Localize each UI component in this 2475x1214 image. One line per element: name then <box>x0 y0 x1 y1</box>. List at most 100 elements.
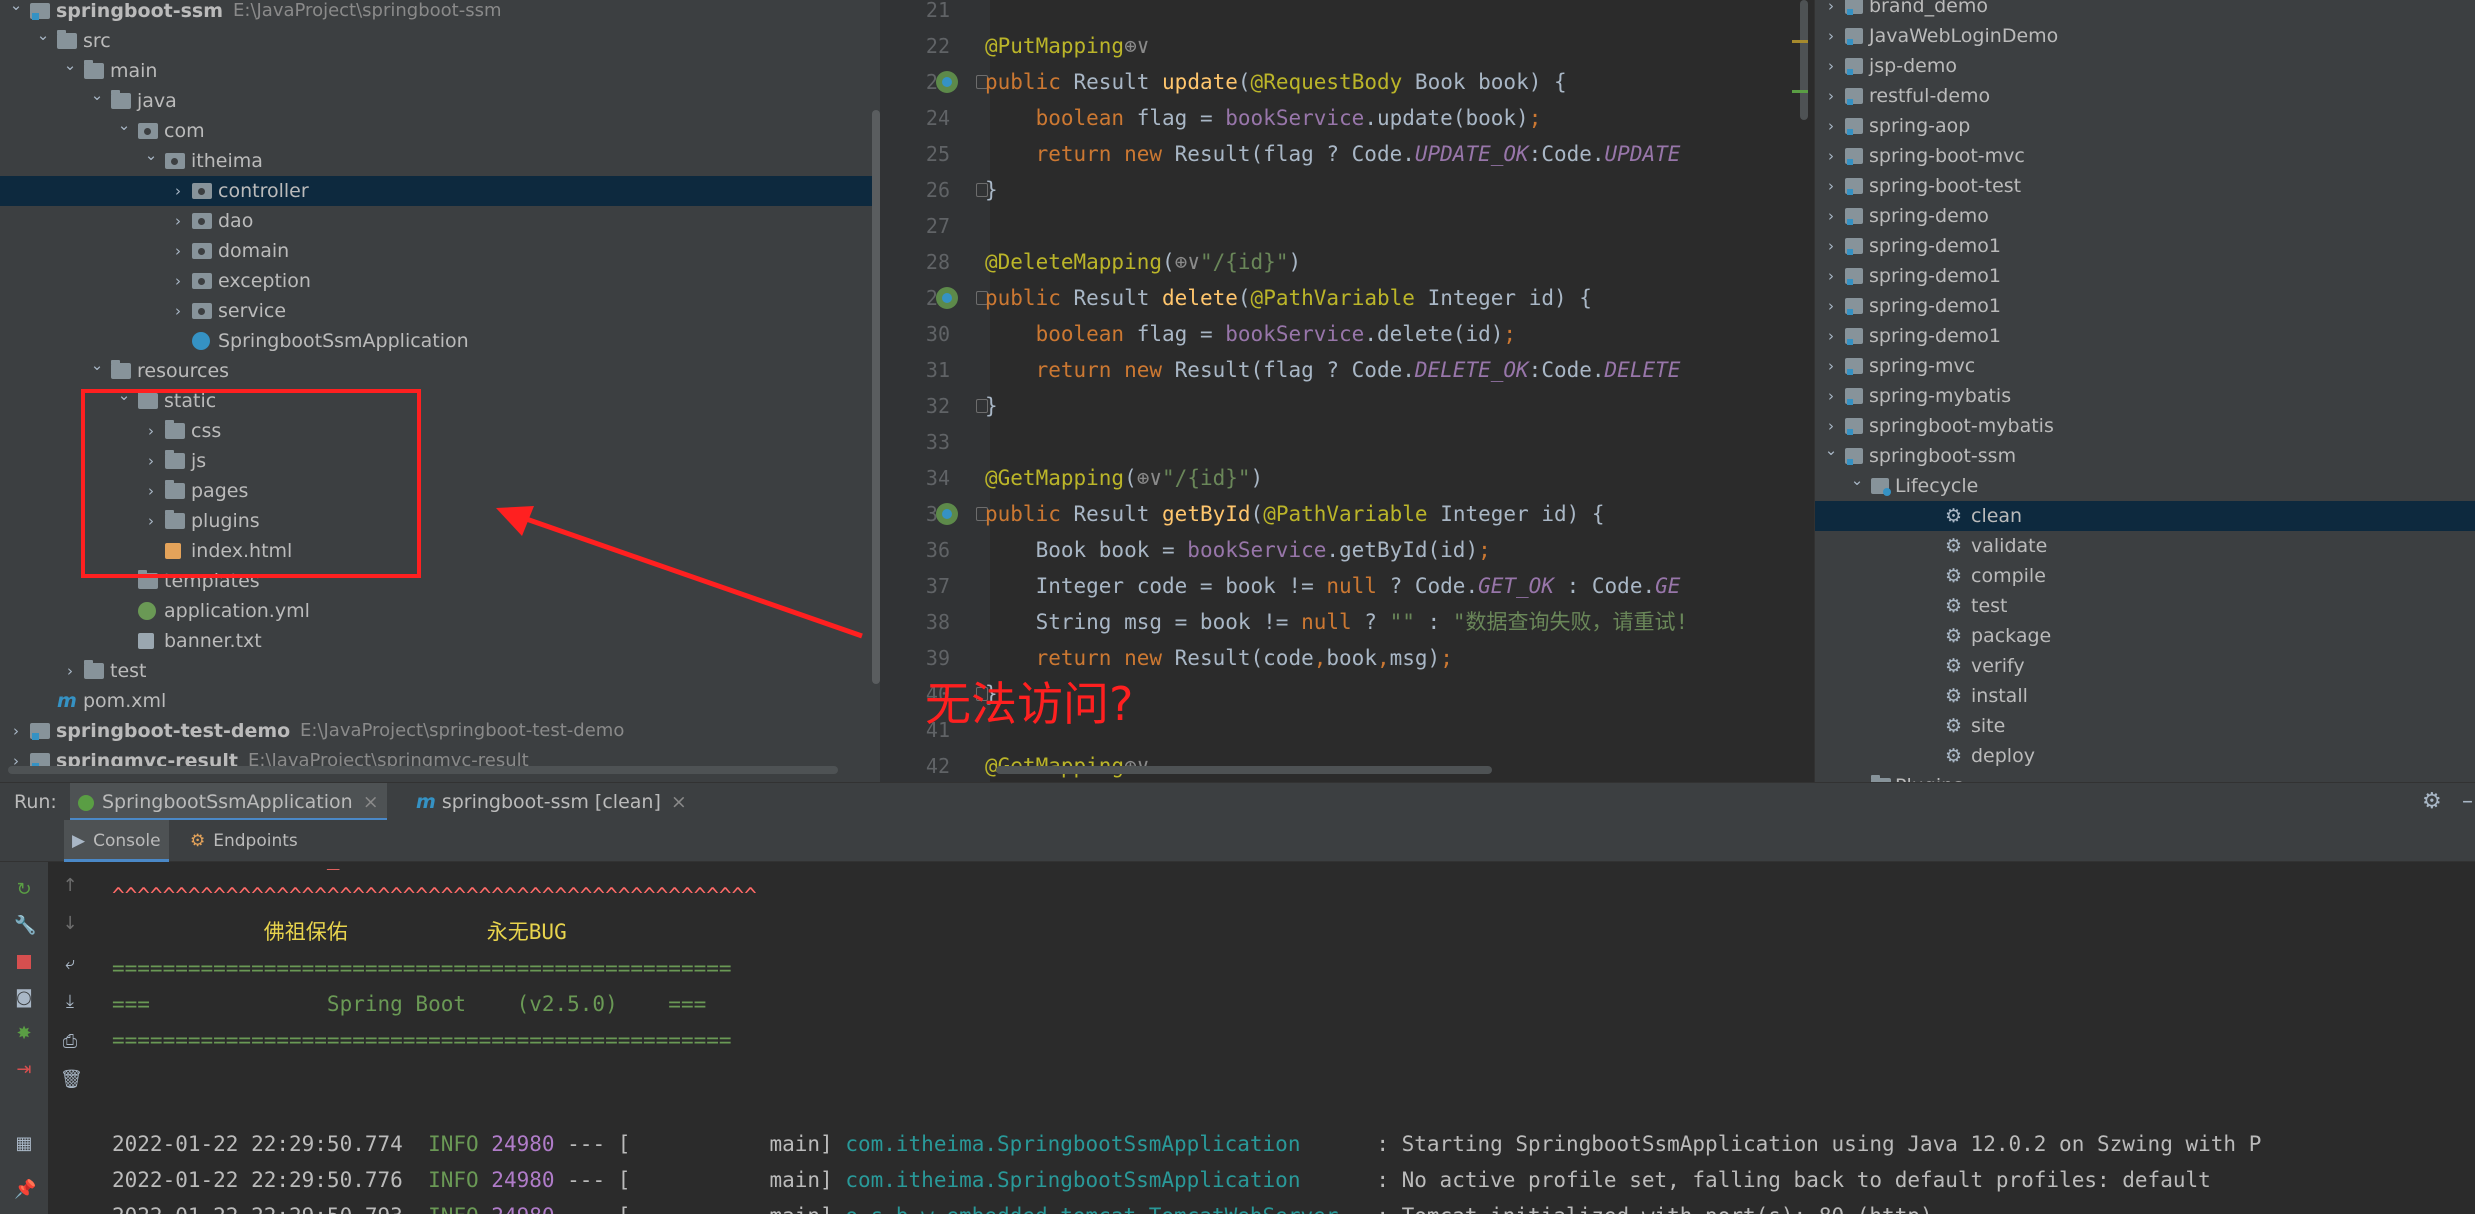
pin-icon[interactable]: 📌 <box>14 1180 36 1200</box>
collapse-arrow-icon[interactable]: › <box>1823 141 1839 171</box>
tree-row[interactable]: ⌄ itheima <box>0 146 880 176</box>
code-line[interactable]: Book book = bookService.getById(id); <box>985 532 1491 568</box>
tree-row[interactable]: SpringbootSsmApplication <box>0 326 880 356</box>
camera-icon[interactable]: ◙ <box>14 988 34 1008</box>
console-output[interactable]: ↑ ↓ ⤶ ⤓ ⎙ 🗑 _ ^^^^^^^^^^^^^^^^^^^^^^^^^^^… <box>48 862 2475 1214</box>
code-editor[interactable]: 2122232425262728293031323334353637383940… <box>880 0 1814 782</box>
maven-row[interactable]: ⚙ install <box>1815 681 2475 711</box>
code-line[interactable]: boolean flag = bookService.update(book); <box>985 100 1542 136</box>
code-line[interactable]: public Result update(@RequestBody Book b… <box>985 64 1567 100</box>
run-tab[interactable]: m springboot-ssm [clean] × <box>410 783 695 821</box>
code-line[interactable]: return new Result(flag ? Code.DELETE_OK:… <box>985 352 1681 388</box>
expand-arrow-icon[interactable]: ⌄ <box>89 80 105 110</box>
maven-row[interactable]: › spring-demo1 <box>1815 321 2475 351</box>
code-line[interactable]: boolean flag = bookService.delete(id); <box>985 316 1516 352</box>
collapse-arrow-icon[interactable]: › <box>1823 291 1839 321</box>
code-line[interactable]: @GetMapping⊕∨ <box>985 748 1149 782</box>
maven-row[interactable]: › springboot-mybatis <box>1815 411 2475 441</box>
endpoint-gutter-icon[interactable] <box>936 71 958 93</box>
code-line[interactable]: } <box>985 172 998 208</box>
maven-row[interactable]: ⚙ validate <box>1815 531 2475 561</box>
maven-row[interactable]: ⚙ deploy <box>1815 741 2475 771</box>
tree-row[interactable]: › domain <box>0 236 880 266</box>
scroll-to-end-icon[interactable]: ⤓ <box>60 992 80 1012</box>
maven-row[interactable]: › spring-boot-mvc <box>1815 141 2475 171</box>
expand-arrow-icon[interactable]: ⌄ <box>1823 435 1839 465</box>
rerun-icon[interactable]: ↻ <box>14 880 34 900</box>
collapse-arrow-icon[interactable]: › <box>1823 171 1839 201</box>
maven-row[interactable]: › spring-mybatis <box>1815 381 2475 411</box>
maven-row[interactable]: › spring-demo1 <box>1815 261 2475 291</box>
maven-row[interactable]: ⚙ clean <box>1815 501 2475 531</box>
collapse-arrow-icon[interactable]: › <box>1823 321 1839 351</box>
maven-row[interactable]: › spring-boot-test <box>1815 171 2475 201</box>
expand-arrow-icon[interactable]: ⌄ <box>62 50 78 80</box>
code-line[interactable]: @GetMapping(⊕∨"/{id}") <box>985 460 1263 496</box>
settings-gear-icon[interactable]: ⚙ <box>2422 783 2442 821</box>
tree-row[interactable]: ⌄ java <box>0 86 880 116</box>
wrench-icon[interactable]: 🔧 <box>14 916 36 936</box>
close-icon[interactable]: × <box>671 791 687 813</box>
tree-row[interactable]: m pom.xml <box>0 686 880 716</box>
maven-row[interactable]: ⚙ test <box>1815 591 2475 621</box>
maven-row[interactable]: ⌄ springboot-ssm <box>1815 441 2475 471</box>
console-subtab[interactable]: ▶ Console <box>64 820 169 862</box>
maven-panel[interactable]: › brand_demo › JavaWebLoginDemo › jsp-demo › re… <box>1814 0 2475 782</box>
clear-icon[interactable]: 🗑 <box>60 1070 83 1090</box>
tree-row[interactable]: ⌄ com <box>0 116 880 146</box>
expand-arrow-icon[interactable]: ⌄ <box>1849 465 1865 495</box>
maven-row[interactable]: › spring-aop <box>1815 111 2475 141</box>
collapse-arrow-icon[interactable]: › <box>1823 231 1839 261</box>
maven-row[interactable]: › jsp-demo <box>1815 51 2475 81</box>
tree-vertical-scrollbar[interactable] <box>872 110 880 684</box>
maven-row[interactable]: ⚙ compile <box>1815 561 2475 591</box>
code-line[interactable]: public Result getById(@PathVariable Inte… <box>985 496 1605 532</box>
expand-arrow-icon[interactable]: ⌄ <box>143 140 159 170</box>
collapse-arrow-icon[interactable]: › <box>1823 351 1839 381</box>
web-endpoint-icon[interactable]: ⊕∨ <box>1175 250 1200 274</box>
collapse-arrow-icon[interactable]: › <box>1823 261 1839 291</box>
tree-row[interactable]: banner.txt <box>0 626 880 656</box>
tree-row[interactable]: › springboot-test-demo E:\JavaProject\spri… <box>0 716 880 746</box>
tree-horizontal-scrollbar[interactable] <box>8 766 838 774</box>
tree-row[interactable]: ⌄ springboot-ssm E:\JavaProject\springboot… <box>0 0 880 26</box>
collapse-arrow-icon[interactable]: › <box>62 656 78 686</box>
maven-row[interactable]: › spring-demo1 <box>1815 231 2475 261</box>
endpoint-gutter-icon[interactable] <box>936 503 958 525</box>
maven-row[interactable]: › spring-demo1 <box>1815 291 2475 321</box>
editor-vertical-scrollbar[interactable] <box>1800 0 1808 120</box>
scroll-up-icon[interactable]: ↑ <box>60 876 80 896</box>
expand-arrow-icon[interactable]: ⌄ <box>116 110 132 140</box>
expand-arrow-icon[interactable]: ⌄ <box>8 0 24 20</box>
collapse-arrow-icon[interactable]: › <box>1823 81 1839 111</box>
debug-icon[interactable]: ✸ <box>14 1024 34 1044</box>
maven-row[interactable]: ⚙ site <box>1815 711 2475 741</box>
collapse-arrow-icon[interactable]: › <box>1823 381 1839 411</box>
maven-row[interactable]: › Plugins <box>1815 771 2475 782</box>
tree-row[interactable]: › controller <box>0 176 880 206</box>
soft-wrap-icon[interactable]: ⤶ <box>60 954 80 974</box>
maven-row[interactable]: › restful-demo <box>1815 81 2475 111</box>
scroll-down-icon[interactable]: ↓ <box>60 914 80 934</box>
tree-row[interactable]: › test <box>0 656 880 686</box>
web-endpoint-icon[interactable]: ⊕∨ <box>1124 34 1149 58</box>
layout-icon[interactable]: ▦ <box>14 1134 34 1154</box>
collapse-arrow-icon[interactable]: › <box>170 266 186 296</box>
collapse-arrow-icon[interactable]: › <box>170 296 186 326</box>
maven-row[interactable]: ⚙ package <box>1815 621 2475 651</box>
collapse-arrow-icon[interactable]: › <box>170 176 186 206</box>
code-line[interactable]: String msg = book != null ? "" : "数据查询失败… <box>985 604 1689 640</box>
endpoint-gutter-icon[interactable] <box>936 287 958 309</box>
collapse-arrow-icon[interactable]: › <box>1823 201 1839 231</box>
editor-horizontal-scrollbar[interactable] <box>996 766 1492 774</box>
code-line[interactable]: @DeleteMapping(⊕∨"/{id}") <box>985 244 1301 280</box>
collapse-arrow-icon[interactable]: › <box>1823 111 1839 141</box>
collapse-arrow-icon[interactable]: › <box>170 236 186 266</box>
maven-row[interactable]: › spring-demo <box>1815 201 2475 231</box>
maven-row[interactable]: ⚙ verify <box>1815 651 2475 681</box>
collapse-arrow-icon[interactable]: › <box>1823 21 1839 51</box>
tree-row[interactable]: application.yml <box>0 596 880 626</box>
code-line[interactable]: public Result delete(@PathVariable Integ… <box>985 280 1592 316</box>
tree-row[interactable]: ⌄ main <box>0 56 880 86</box>
exit-icon[interactable]: ⇥ <box>14 1060 34 1080</box>
